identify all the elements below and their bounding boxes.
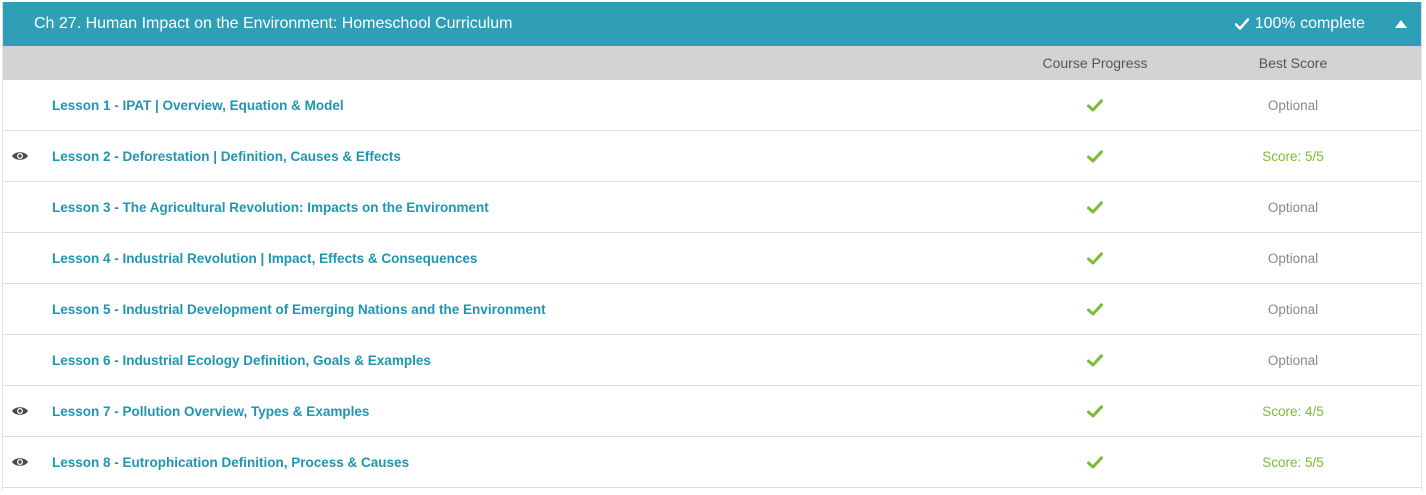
lesson-link[interactable]: Lesson 3 - The Agricultural Revolution: … (52, 200, 489, 215)
completion-label: 100% complete (1254, 15, 1365, 32)
eye-icon (12, 458, 28, 466)
optional-label: Optional (1267, 301, 1319, 317)
lesson-row: Lesson 2 - Deforestation | Definition, C… (3, 131, 1421, 182)
lesson-row: Lesson 4 - Industrial Revolution | Impac… (3, 233, 1421, 284)
eye-icon (12, 152, 28, 160)
progress-checkmark-icon (1087, 200, 1103, 213)
completion-status: 100% complete (1234, 15, 1365, 33)
progress-checkmark-icon (1087, 149, 1103, 162)
course-progress-header: Course Progress (1042, 55, 1148, 71)
lesson-link[interactable]: Lesson 6 - Industrial Ecology Definition… (52, 353, 431, 368)
progress-checkmark-icon (1087, 404, 1103, 417)
progress-checkmark-icon (1087, 251, 1103, 264)
checkmark-icon (1234, 18, 1249, 30)
optional-label: Optional (1267, 199, 1319, 215)
progress-checkmark-icon (1087, 98, 1103, 111)
optional-label: Optional (1267, 250, 1319, 266)
lesson-row: Lesson 5 - Industrial Development of Eme… (3, 284, 1421, 335)
eye-icon (12, 407, 28, 415)
lesson-link[interactable]: Lesson 5 - Industrial Development of Eme… (52, 302, 546, 317)
column-header: Course Progress Best Score (3, 46, 1421, 80)
lesson-row: Lesson 8 - Eutrophication Definition, Pr… (3, 437, 1421, 488)
lesson-link[interactable]: Lesson 4 - Industrial Revolution | Impac… (52, 251, 477, 266)
optional-label: Optional (1267, 352, 1319, 368)
lesson-row: Lesson 6 - Industrial Ecology Definition… (3, 335, 1421, 386)
best-score-value: Score: 5/5 (1262, 148, 1324, 164)
lesson-row: Lesson 3 - The Agricultural Revolution: … (3, 182, 1421, 233)
lesson-row: Lesson 1 - IPAT | Overview, Equation & M… (3, 80, 1421, 131)
lesson-link[interactable]: Lesson 2 - Deforestation | Definition, C… (52, 149, 401, 164)
caret-up-icon[interactable] (1394, 19, 1408, 29)
optional-label: Optional (1267, 97, 1319, 113)
lesson-link[interactable]: Lesson 7 - Pollution Overview, Types & E… (52, 404, 369, 419)
best-score-value: Score: 5/5 (1262, 454, 1324, 470)
lesson-list: Lesson 1 - IPAT | Overview, Equation & M… (3, 80, 1421, 488)
progress-checkmark-icon (1087, 302, 1103, 315)
lesson-link[interactable]: Lesson 1 - IPAT | Overview, Equation & M… (52, 98, 344, 113)
best-score-header: Best Score (1258, 55, 1328, 71)
lesson-row: Lesson 7 - Pollution Overview, Types & E… (3, 386, 1421, 437)
progress-checkmark-icon (1087, 455, 1103, 468)
chapter-panel: Ch 27. Human Impact on the Environment: … (2, 2, 1422, 490)
chapter-title: Ch 27. Human Impact on the Environment: … (34, 15, 513, 32)
progress-checkmark-icon (1087, 353, 1103, 366)
best-score-value: Score: 4/5 (1262, 403, 1324, 419)
lesson-link[interactable]: Lesson 8 - Eutrophication Definition, Pr… (52, 455, 409, 470)
chapter-header[interactable]: Ch 27. Human Impact on the Environment: … (3, 2, 1421, 46)
